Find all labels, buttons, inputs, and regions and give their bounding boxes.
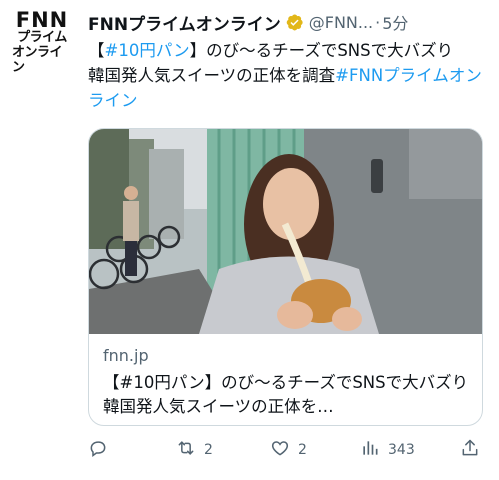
- retweet-count: 2: [204, 442, 213, 458]
- like-button[interactable]: 2: [270, 436, 307, 464]
- tweet-actions: 2 2 343: [88, 436, 488, 464]
- avatar-logo-line3: オンライン: [12, 44, 63, 75]
- avatar-logo-text: FNN: [15, 7, 69, 32]
- handle[interactable]: @FNN...: [309, 13, 373, 32]
- like-count: 2: [298, 442, 307, 458]
- tweet-header: FNNプライムオンライン @FNN... · 5分: [88, 8, 488, 36]
- hashtag-link[interactable]: #10円パン: [105, 41, 190, 60]
- tweet-text: 【#10円パン】のび～るチーズでSNSで大バズり 韓国発人気スイーツの正体を調査…: [88, 38, 482, 113]
- share-icon: [460, 438, 480, 462]
- retweet-button[interactable]: 2: [176, 436, 213, 464]
- reply-button[interactable]: [88, 436, 116, 464]
- verified-badge-icon: [285, 13, 304, 32]
- share-button[interactable]: [460, 436, 480, 464]
- retweet-icon: [176, 438, 196, 462]
- link-card[interactable]: fnn.jp 【#10円パン】のび～るチーズでSNSで大バズり 韓国発人気スイー…: [88, 128, 483, 426]
- card-image[interactable]: [89, 129, 482, 334]
- reply-icon: [88, 438, 108, 462]
- text-bracket: 【: [88, 41, 105, 60]
- views-count: 343: [388, 442, 415, 458]
- avatar[interactable]: FNN プライム オンライン: [12, 7, 72, 75]
- card-title: 【#10円パン】のび～るチーズでSNSで大バズり 韓国発人気スイーツの正体を…: [103, 373, 483, 416]
- separator-dot: ·: [375, 12, 381, 32]
- tweet-content: FNNプライムオンライン @FNN... · 5分 【#10円パン】のび～るチー…: [88, 8, 488, 113]
- views-button[interactable]: 343: [360, 436, 415, 464]
- heart-icon: [270, 438, 290, 462]
- display-name[interactable]: FNNプライムオンライン: [88, 10, 281, 35]
- avatar-logo-line2: プライム: [17, 29, 67, 45]
- timestamp[interactable]: 5分: [382, 10, 408, 34]
- card-domain: fnn.jp: [103, 346, 149, 365]
- views-icon: [360, 438, 380, 462]
